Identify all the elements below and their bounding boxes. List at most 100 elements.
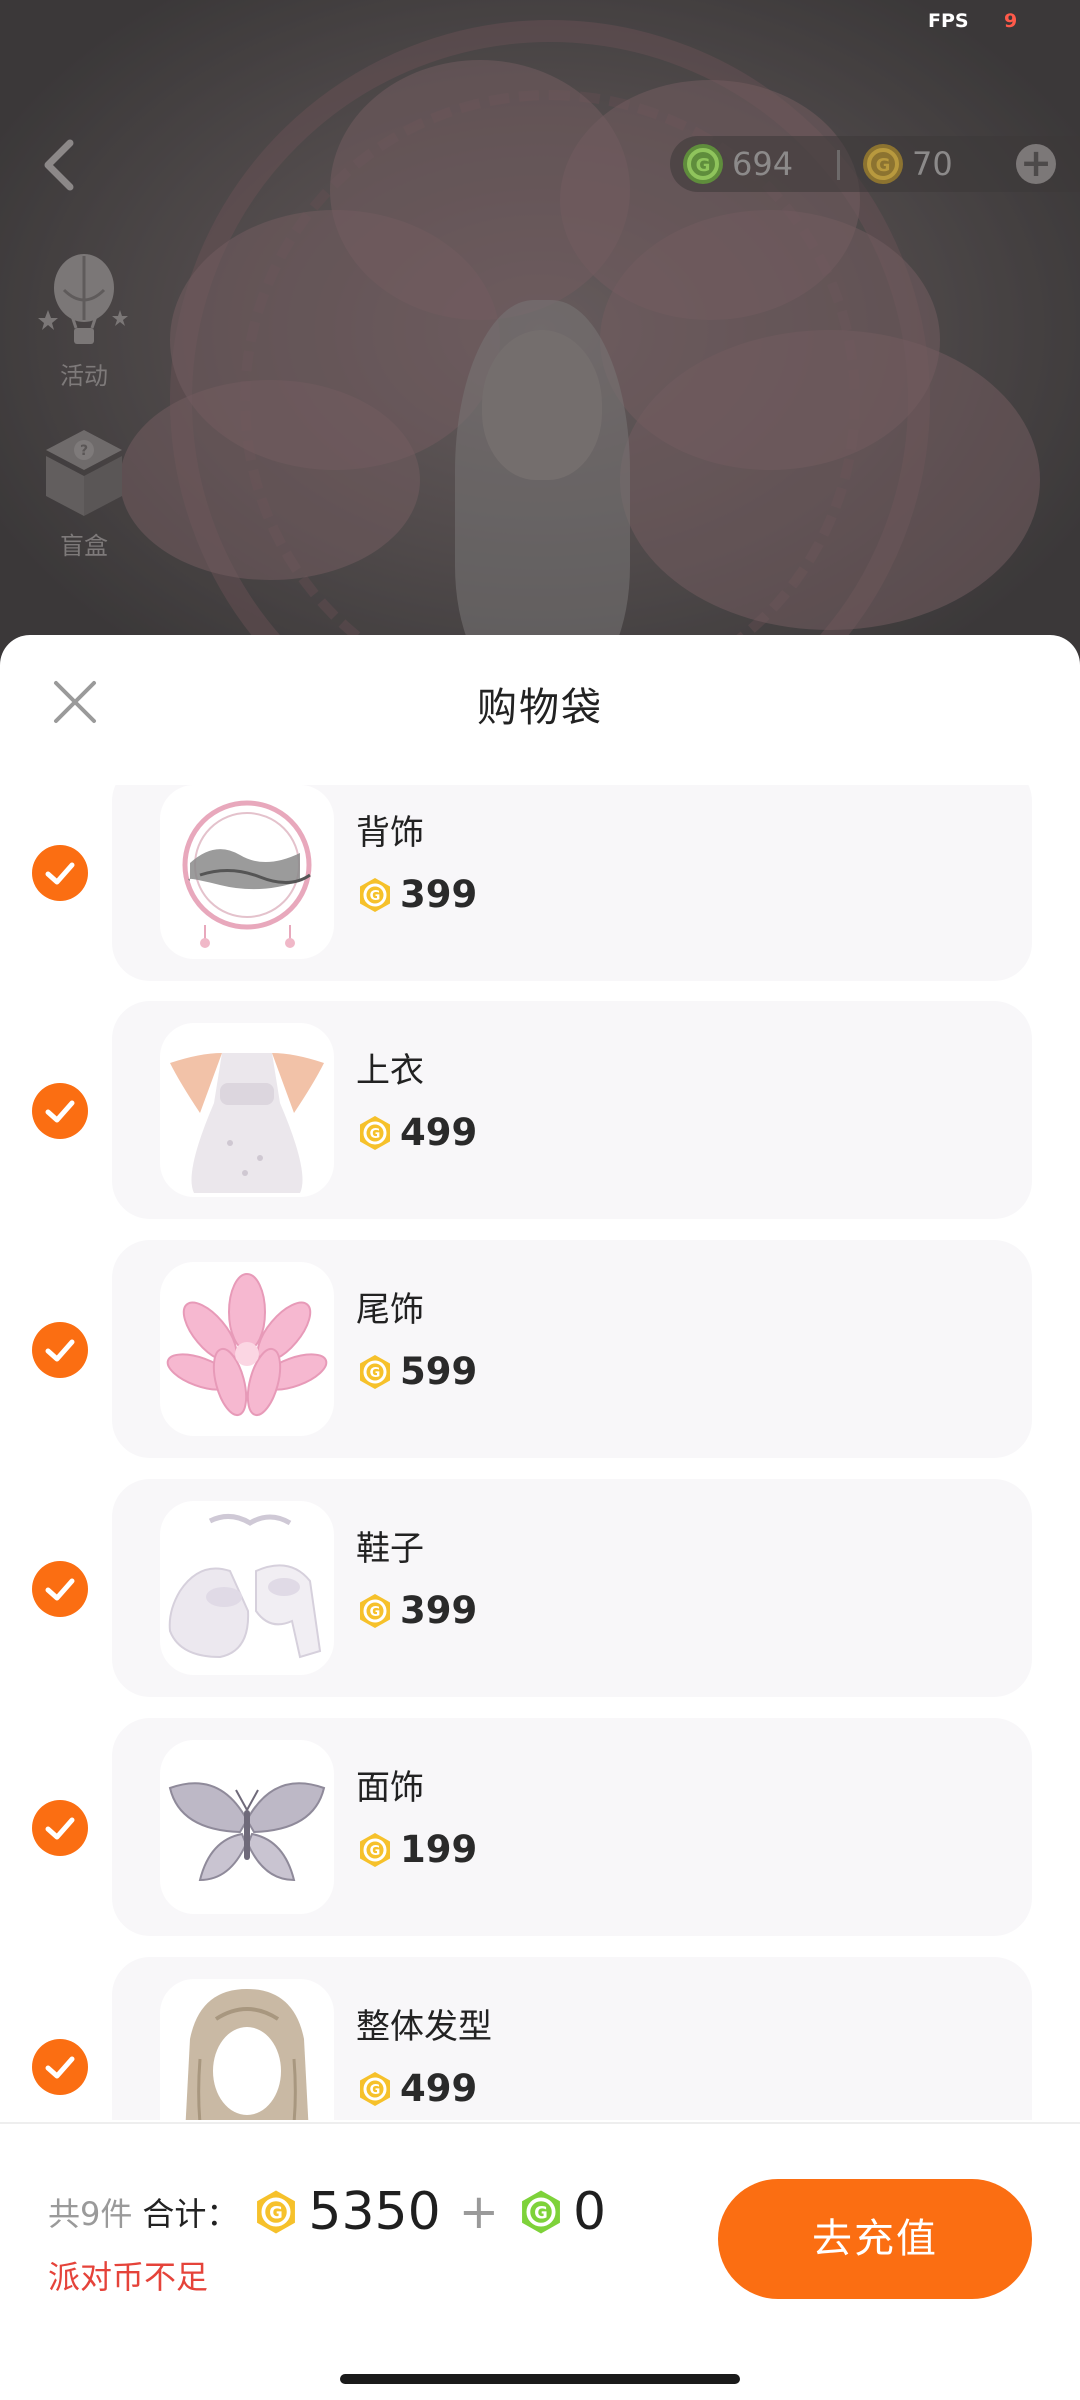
item-thumbnail [160, 1740, 334, 1914]
side-entry-label: 盲盒 [60, 532, 108, 560]
gold-coin-icon: G [360, 877, 390, 912]
checkmark-icon [45, 1100, 75, 1123]
item-checkbox[interactable] [32, 845, 88, 901]
item-thumbnail [160, 1979, 334, 2120]
item-name: 鞋子 [356, 1529, 424, 1569]
item-price: G 399 [356, 1589, 477, 1632]
cart-item: 鞋子 G 399 [0, 1479, 1080, 1697]
item-price-value: 499 [400, 2067, 478, 2110]
item-checkbox[interactable] [32, 1083, 88, 1139]
dress-icon [170, 1053, 324, 1193]
fps-label: FPS [928, 10, 969, 32]
svg-text:G: G [370, 1844, 381, 1859]
svg-text:G: G [270, 2203, 283, 2222]
item-price-value: 399 [400, 1589, 478, 1632]
green-coin-balance: G 694 [682, 136, 793, 192]
svg-text:G: G [370, 1605, 381, 1620]
item-price: G 599 [356, 1350, 477, 1393]
checkmark-icon [45, 862, 75, 885]
item-card[interactable]: 面饰 G 199 [112, 1718, 1032, 1936]
svg-text:G: G [696, 155, 711, 176]
item-price-value: 199 [400, 1828, 478, 1871]
item-name: 面饰 [356, 1768, 424, 1808]
cart-item: 背饰 G 399 [0, 785, 1080, 981]
checkmark-icon [45, 1578, 75, 1601]
item-checkbox[interactable] [32, 2039, 88, 2095]
svg-text:?: ? [80, 443, 88, 459]
item-card[interactable]: 尾饰 G 599 [112, 1240, 1032, 1458]
shoes-icon [168, 1514, 322, 1659]
item-card[interactable]: 上衣 G 499 [112, 1001, 1032, 1219]
svg-text:G: G [370, 889, 381, 904]
blind-box-icon: ? [46, 430, 122, 516]
side-entry-activity[interactable]: 活动 [36, 250, 132, 391]
item-thumbnail [160, 1262, 334, 1436]
item-count: 共9件 [48, 2195, 133, 2233]
item-card[interactable]: 鞋子 G 399 [112, 1479, 1032, 1697]
cart-item: 面饰 G 199 [0, 1718, 1080, 1936]
item-price-value: 499 [400, 1111, 478, 1154]
gold-coin-icon: G [360, 1593, 390, 1628]
gold-coin-amount: 70 [912, 145, 953, 183]
checkmark-icon [45, 1817, 75, 1840]
item-name: 尾饰 [356, 1290, 424, 1330]
svg-text:G: G [876, 155, 891, 176]
svg-text:G: G [370, 1366, 381, 1381]
item-price: G 499 [356, 1111, 477, 1154]
item-price: G 499 [356, 2067, 477, 2110]
item-card[interactable]: 背饰 G 399 [112, 785, 1032, 981]
item-name: 背饰 [356, 813, 424, 853]
plus-sign: + [458, 2184, 499, 2240]
hairstyle-icon [185, 1989, 309, 2120]
fps-value: 9 [1004, 10, 1018, 32]
gold-coin-icon: G [360, 1832, 390, 1867]
item-name: 上衣 [356, 1051, 424, 1091]
checkmark-icon [45, 1339, 75, 1362]
side-entry-label: 活动 [60, 362, 108, 390]
side-entry-blind-box[interactable]: ? 盲盒 [36, 420, 132, 561]
green-coin-icon: G [683, 144, 723, 184]
butterfly-icon [168, 1782, 326, 1882]
item-price-value: 399 [400, 873, 478, 916]
gold-coin-icon: G [863, 144, 903, 184]
recharge-button[interactable]: 去充值 [718, 2179, 1032, 2299]
green-coin-amount: 694 [732, 145, 794, 183]
cart-item: 上衣 G 499 [0, 1001, 1080, 1219]
gold-coin-icon: G [360, 1354, 390, 1389]
item-thumbnail [160, 1023, 334, 1197]
item-checkbox[interactable] [32, 1322, 88, 1378]
gold-total: 5350 [308, 2182, 441, 2242]
item-card[interactable]: 整体发型 G 499 [112, 1957, 1032, 2120]
green-total: 0 [572, 2182, 607, 2242]
tail-accessory-icon [166, 1273, 328, 1417]
add-currency-button[interactable]: + [1016, 144, 1056, 184]
item-checkbox[interactable] [32, 1561, 88, 1617]
checkout-footer: 共9件 合计： G 5350 + G 0 派对币不足 去充值 [0, 2122, 1080, 2400]
currency-bar: G 694 G 70 + [670, 136, 1080, 192]
gold-coin-icon: G [257, 2190, 296, 2234]
back-button[interactable] [36, 135, 86, 195]
overlay-dim [0, 0, 1080, 700]
cart-item-list[interactable]: 背饰 G 399 上衣 G 499 尾饰 G 599 鞋子 G 399 面饰 G… [0, 785, 1080, 2120]
svg-text:G: G [370, 2083, 381, 2098]
chevron-left-icon [44, 139, 74, 191]
item-price-value: 599 [400, 1350, 478, 1393]
item-thumbnail [160, 785, 334, 959]
green-coin-icon: G [522, 2190, 560, 2234]
item-price: G 199 [356, 1828, 477, 1871]
divider [837, 150, 840, 180]
item-name: 整体发型 [356, 2007, 492, 2047]
item-price: G 399 [356, 873, 477, 916]
home-indicator[interactable] [340, 2374, 740, 2384]
sheet-title: 购物袋 [477, 685, 603, 731]
hot-air-balloon-icon [38, 254, 128, 344]
gold-coin-icon: G [360, 1115, 390, 1150]
gold-coin-balance: G 70 [862, 136, 953, 192]
gold-coin-icon: G [360, 2071, 390, 2106]
total-summary: 共9件 合计： G 5350 + G 0 [48, 2182, 606, 2242]
total-label: 合计： [142, 2195, 239, 2233]
cart-item: 整体发型 G 499 [0, 1957, 1080, 2120]
item-checkbox[interactable] [32, 1800, 88, 1856]
svg-text:G: G [534, 2203, 547, 2222]
svg-text:G: G [370, 1127, 381, 1142]
